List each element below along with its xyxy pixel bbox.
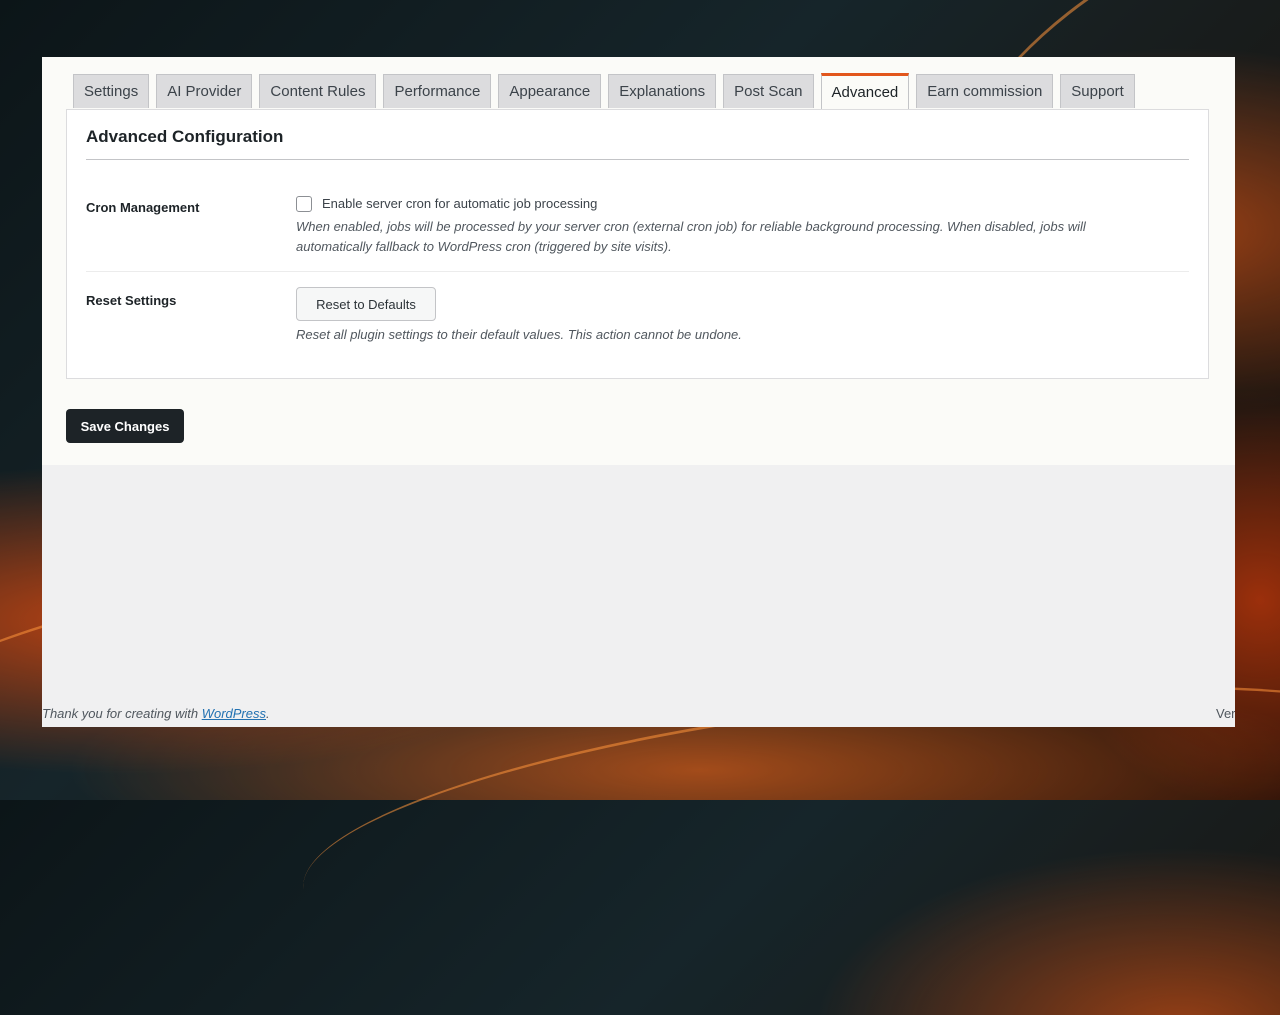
cron-management-label: Cron Management xyxy=(86,200,200,215)
footer-suffix: . xyxy=(266,706,270,721)
tab-support[interactable]: Support xyxy=(1060,74,1135,108)
server-cron-checkbox-label[interactable]: Enable server cron for automatic job pro… xyxy=(322,196,597,211)
cron-description-line1: When enabled, jobs will be processed by … xyxy=(296,219,1086,234)
settings-panel: Settings AI Provider Content Rules Perfo… xyxy=(42,57,1235,465)
tab-settings[interactable]: Settings xyxy=(73,74,150,108)
save-changes-button[interactable]: Save Changes xyxy=(66,409,184,443)
server-cron-checkbox[interactable] xyxy=(296,196,312,212)
reset-description: Reset all plugin settings to their defau… xyxy=(296,327,742,342)
reset-to-defaults-button[interactable]: Reset to Defaults xyxy=(296,287,436,321)
tab-appearance[interactable]: Appearance xyxy=(498,74,602,108)
reset-settings-label: Reset Settings xyxy=(86,293,177,308)
advanced-config-card: Advanced Configuration Cron Management E… xyxy=(66,109,1209,379)
tab-performance[interactable]: Performance xyxy=(383,74,492,108)
tab-explanations[interactable]: Explanations xyxy=(608,74,717,108)
admin-window: Settings AI Provider Content Rules Perfo… xyxy=(42,57,1235,727)
footer-thanks: Thank you for creating with WordPress. xyxy=(42,706,270,721)
title-divider xyxy=(86,159,1189,160)
tab-advanced[interactable]: Advanced xyxy=(820,73,910,109)
wordpress-link[interactable]: WordPress xyxy=(202,706,266,721)
tab-post-scan[interactable]: Post Scan xyxy=(723,74,814,108)
footer-version: Ver xyxy=(1216,706,1235,721)
settings-tabs: Settings AI Provider Content Rules Perfo… xyxy=(73,73,1142,110)
footer-prefix: Thank you for creating with xyxy=(42,706,202,721)
tab-earn-commission[interactable]: Earn commission xyxy=(916,74,1054,108)
tab-ai-provider[interactable]: AI Provider xyxy=(156,74,253,108)
row-divider xyxy=(86,271,1189,272)
cron-description-line2: automatically fallback to WordPress cron… xyxy=(296,239,672,254)
section-title: Advanced Configuration xyxy=(86,127,284,146)
tab-content-rules[interactable]: Content Rules xyxy=(259,74,377,108)
